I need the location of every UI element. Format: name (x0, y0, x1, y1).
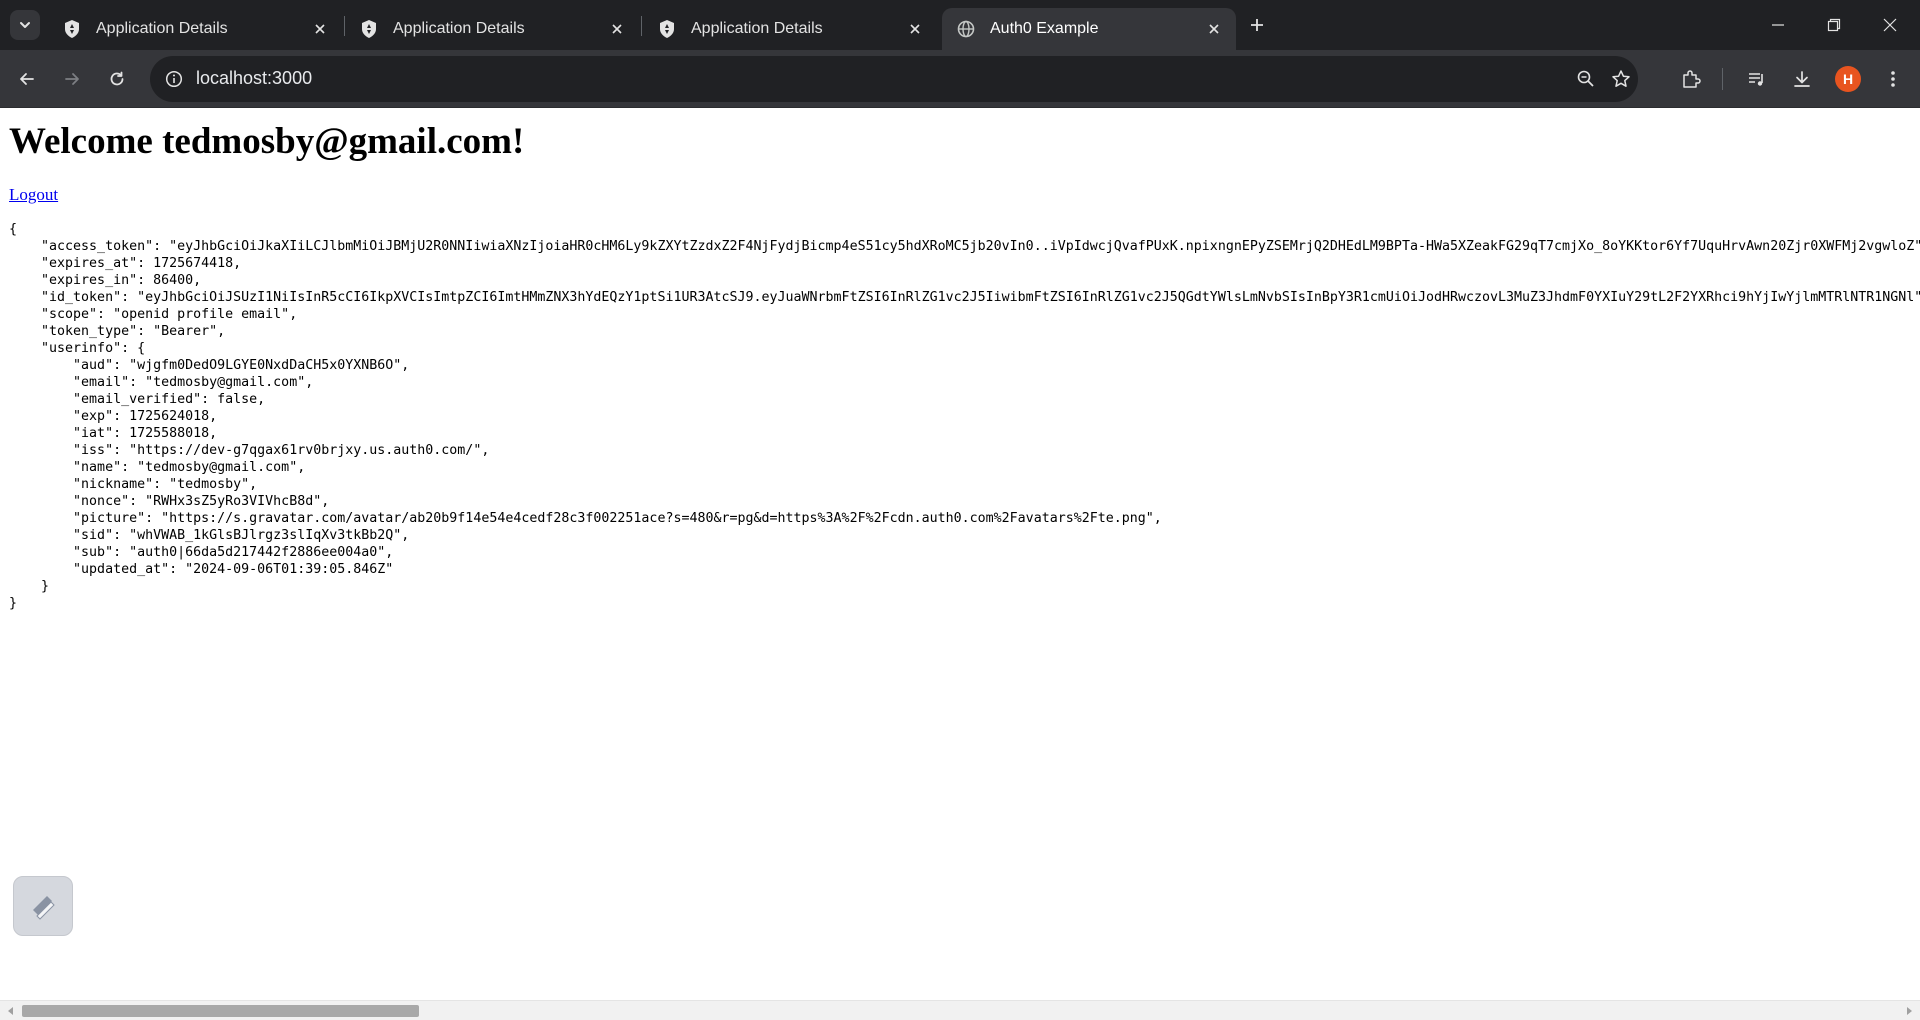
shield-icon (359, 19, 379, 39)
downloads-button[interactable] (1786, 63, 1818, 95)
page-title: Welcome tedmosby@gmail.com! (9, 121, 525, 162)
scroll-right-icon[interactable] (1902, 1004, 1916, 1018)
reload-button[interactable] (101, 63, 133, 95)
tab-application-details-1[interactable]: Application Details (48, 8, 342, 50)
bookmark-star-icon[interactable] (1607, 65, 1635, 93)
puzzle-icon (1683, 70, 1701, 88)
url-text[interactable]: localhost:3000 (196, 68, 312, 89)
extensions-button[interactable] (1675, 63, 1707, 95)
close-icon[interactable] (1202, 17, 1226, 41)
address-bar[interactable]: localhost:3000 (150, 56, 1638, 102)
download-icon (1794, 71, 1810, 87)
browser-toolbar: localhost:3000 H (0, 50, 1920, 108)
floating-extension-button[interactable] (13, 876, 73, 936)
arrow-left-icon (20, 73, 34, 85)
close-window-button[interactable] (1862, 0, 1918, 50)
minimize-icon (1772, 24, 1784, 26)
tab-title: Application Details (96, 20, 228, 37)
more-vertical-icon (1891, 71, 1895, 87)
tab-application-details-2[interactable]: Application Details (345, 8, 639, 50)
playlist-icon (1749, 73, 1763, 86)
zoom-icon[interactable] (1572, 65, 1600, 93)
tab-strip: Application Details Application Details … (0, 0, 1920, 50)
plus-icon (1251, 19, 1263, 31)
forward-button[interactable] (56, 63, 88, 95)
back-button[interactable] (11, 63, 43, 95)
shield-icon (657, 19, 677, 39)
new-tab-button[interactable] (1243, 11, 1271, 39)
scroll-left-icon[interactable] (4, 1004, 18, 1018)
restore-button[interactable] (1806, 0, 1862, 50)
tab-title: Application Details (393, 20, 525, 37)
session-json: { "access_token": "eyJhbGciOiJkaXIiLCJlb… (9, 222, 1920, 611)
close-icon[interactable] (605, 17, 629, 41)
tab-auth0-example[interactable]: Auth0 Example (942, 8, 1236, 50)
tab-title: Application Details (691, 20, 823, 37)
page-content: Welcome tedmosby@gmail.com! Logout { "ac… (0, 109, 1920, 1000)
site-info-icon[interactable] (160, 65, 188, 93)
reload-icon (110, 71, 124, 86)
close-icon[interactable] (308, 17, 332, 41)
toolbar-divider (1722, 68, 1723, 90)
restore-icon (1827, 18, 1841, 32)
media-controls-button[interactable] (1741, 63, 1773, 95)
scrollbar-thumb[interactable] (22, 1005, 419, 1017)
lightning-logo-icon (33, 896, 55, 920)
profile-avatar[interactable]: H (1835, 66, 1861, 92)
tab-search-button[interactable] (10, 10, 40, 40)
minimize-button[interactable] (1750, 0, 1806, 50)
tab-divider (641, 16, 642, 36)
globe-icon (956, 19, 976, 39)
close-icon[interactable] (903, 17, 927, 41)
arrow-right-icon (65, 73, 79, 85)
menu-button[interactable] (1877, 63, 1909, 95)
tab-application-details-3[interactable]: Application Details (643, 8, 937, 50)
tab-title: Auth0 Example (990, 20, 1099, 37)
logout-link[interactable]: Logout (9, 185, 58, 205)
close-icon (1883, 18, 1897, 32)
shield-icon (62, 19, 82, 39)
horizontal-scrollbar[interactable] (0, 1000, 1920, 1020)
chevron-down-icon (20, 22, 30, 28)
